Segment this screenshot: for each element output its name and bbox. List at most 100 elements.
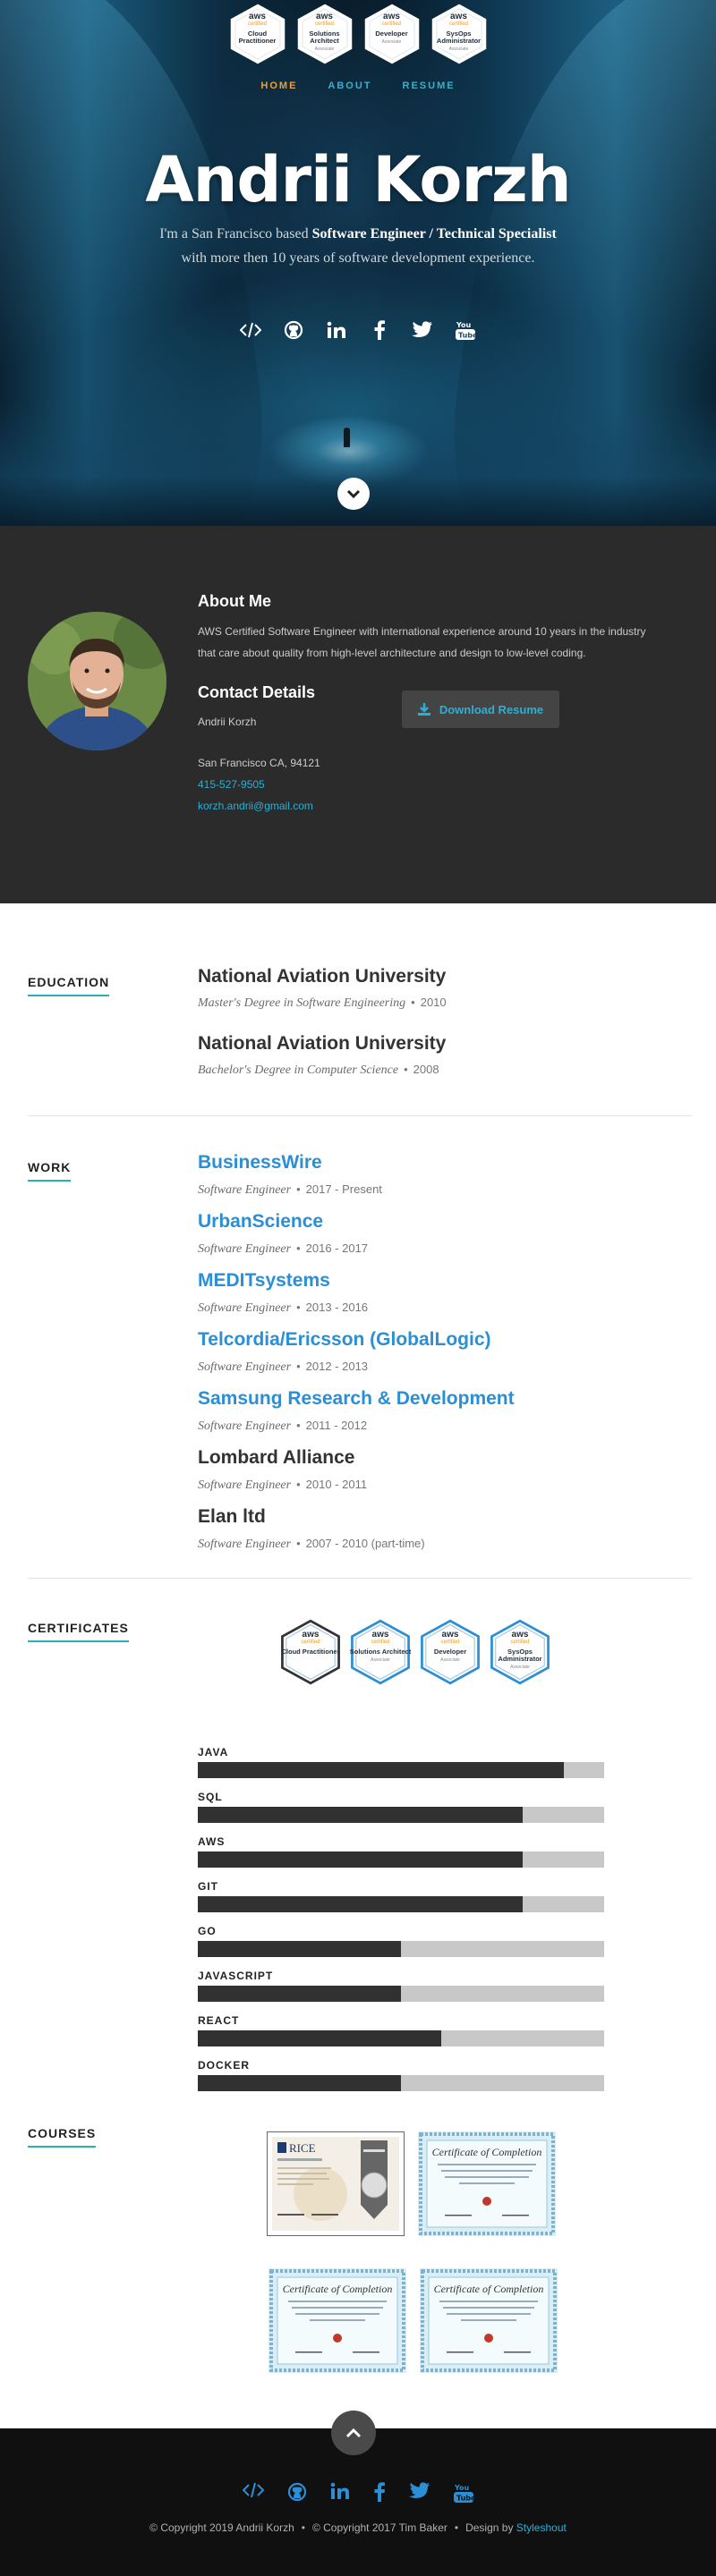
work-period: 2017 - Present bbox=[305, 1182, 382, 1196]
skill-bar bbox=[198, 1807, 604, 1823]
aws-certified-text: certified bbox=[301, 1640, 320, 1645]
aws-certified-text: certified bbox=[381, 21, 401, 27]
badge-title: Developer bbox=[433, 1648, 467, 1656]
code-icon[interactable] bbox=[242, 2482, 265, 2508]
nav-resume[interactable]: RESUME bbox=[403, 80, 456, 91]
svg-text:You: You bbox=[456, 321, 472, 329]
styleshout-link[interactable]: Styleshout bbox=[516, 2521, 567, 2534]
work-role: Software Engineer bbox=[198, 1360, 292, 1374]
work-detail: Software Engineer • 2016 - 2017 bbox=[198, 1241, 369, 1256]
svg-text:You: You bbox=[454, 2484, 470, 2492]
certificates-label: CERTIFICATES bbox=[28, 1621, 129, 1642]
facebook-icon[interactable] bbox=[373, 2482, 386, 2508]
footer: You Tube © Copyright 2019 Andrii Korzh • © … bbox=[0, 2411, 716, 2576]
download-icon bbox=[417, 703, 430, 716]
work-company: Lombard Alliance bbox=[198, 1447, 355, 1468]
chevron-up-icon bbox=[345, 2428, 362, 2438]
education-year: 2010 bbox=[420, 996, 447, 1009]
course-certificate-rice[interactable]: RICE bbox=[266, 2131, 405, 2241]
intro-suffix: with more then 10 years of software deve… bbox=[181, 250, 535, 266]
back-to-top-button[interactable] bbox=[331, 2411, 376, 2455]
copyright-owner: © Copyright 2019 Andrii Korzh bbox=[149, 2521, 294, 2534]
aws-certified-text: certified bbox=[448, 21, 468, 27]
education-year: 2008 bbox=[413, 1063, 439, 1076]
work-company[interactable]: UrbanScience bbox=[198, 1211, 323, 1233]
linkedin-icon[interactable] bbox=[330, 2482, 350, 2508]
code-icon[interactable] bbox=[240, 319, 261, 341]
work-period: 2016 - 2017 bbox=[305, 1241, 369, 1255]
design-credit: Design by bbox=[465, 2521, 516, 2534]
work-label: WORK bbox=[28, 1160, 71, 1182]
footer-social-links: You Tube bbox=[0, 2482, 716, 2508]
facebook-icon[interactable] bbox=[369, 319, 390, 341]
work-role: Software Engineer bbox=[198, 1301, 292, 1315]
certificate-badge: aws certified Cloud Practitioner bbox=[229, 4, 286, 64]
course-certificate[interactable]: Certificate of Completion bbox=[420, 2268, 558, 2377]
youtube-icon[interactable]: You Tube bbox=[455, 319, 476, 341]
badge-level: Associate bbox=[510, 1665, 530, 1670]
course-certificate[interactable]: Certificate of Completion bbox=[418, 2131, 556, 2241]
skill-bar-fill bbox=[198, 1807, 524, 1823]
education-degree: Bachelor's Degree in Computer Science bbox=[198, 1063, 399, 1077]
certificate-title: Certificate of Completion bbox=[432, 2146, 542, 2158]
education-school: National Aviation University bbox=[198, 1033, 447, 1054]
chevron-down-icon bbox=[346, 489, 361, 499]
skill-bar-fill bbox=[198, 1986, 401, 2002]
work-company[interactable]: Telcordia/Ericsson (GlobalLogic) bbox=[198, 1329, 491, 1351]
badge-title: Solutions Architect bbox=[309, 30, 340, 45]
certificate-badge: aws certified SysOps Administrator Associat… bbox=[430, 4, 488, 64]
work-company[interactable]: MEDITsystems bbox=[198, 1270, 330, 1292]
aws-logo-text: aws bbox=[450, 12, 467, 21]
twitter-icon[interactable] bbox=[412, 319, 433, 341]
silhouette-figure bbox=[344, 428, 350, 447]
section-divider bbox=[28, 1115, 692, 1116]
work-role: Software Engineer bbox=[198, 1419, 292, 1433]
skill-label: JAVA bbox=[198, 1746, 229, 1758]
twitter-icon[interactable] bbox=[409, 2482, 430, 2508]
nav-about[interactable]: ABOUT bbox=[328, 80, 371, 91]
aws-certified-text: certified bbox=[371, 1640, 390, 1645]
hero-intro: I'm a San Francisco based Software Engin… bbox=[152, 222, 564, 270]
nav-home[interactable]: HOME bbox=[260, 80, 297, 91]
skill-label: SQL bbox=[198, 1791, 223, 1803]
badge-level: Associate bbox=[381, 39, 402, 45]
work-period: 2007 - 2010 (part-time) bbox=[305, 1537, 425, 1550]
work-company[interactable]: Samsung Research & Development bbox=[198, 1388, 515, 1410]
certificate-badge: aws certified Solutions Architect Associate bbox=[349, 1619, 412, 1685]
certificate-badge: aws certified Developer Associate bbox=[363, 4, 421, 64]
contact-phone-link[interactable]: 415-527-9505 bbox=[198, 778, 265, 791]
contact-email-link[interactable]: korzh.andrii@gmail.com bbox=[198, 800, 313, 812]
work-period: 2011 - 2012 bbox=[305, 1419, 368, 1432]
scroll-down-button[interactable] bbox=[337, 478, 370, 510]
skill-label: GO bbox=[198, 1925, 217, 1937]
github-icon[interactable] bbox=[283, 319, 304, 341]
work-detail: Software Engineer • 2013 - 2016 bbox=[198, 1301, 369, 1315]
aws-certified-text: certified bbox=[440, 1640, 460, 1645]
skill-bar bbox=[198, 2030, 604, 2046]
resume-section: EDUCATION National Aviation University M… bbox=[0, 903, 716, 2428]
aws-logo-text: aws bbox=[316, 12, 333, 21]
linkedin-icon[interactable] bbox=[326, 319, 347, 341]
aws-logo-text: aws bbox=[511, 1630, 529, 1640]
work-company[interactable]: BusinessWire bbox=[198, 1152, 322, 1174]
aws-logo-text: aws bbox=[441, 1630, 459, 1640]
work-role: Software Engineer bbox=[198, 1479, 292, 1492]
avatar bbox=[28, 612, 166, 750]
badge-level: Associate bbox=[314, 47, 335, 52]
intro-role: Software Engineer / Technical Specialist bbox=[311, 226, 557, 242]
badge-title: Cloud Practitioner bbox=[281, 1648, 340, 1656]
skill-label: DOCKER bbox=[198, 2059, 251, 2072]
course-certificate[interactable]: Certificate of Completion bbox=[268, 2268, 406, 2377]
download-resume-label: Download Resume bbox=[439, 702, 544, 716]
badge-level: Associate bbox=[371, 1657, 390, 1663]
education-label: EDUCATION bbox=[28, 975, 109, 996]
download-resume-button[interactable]: Download Resume bbox=[402, 691, 559, 728]
skill-bar bbox=[198, 2075, 604, 2091]
skill-label: GIT bbox=[198, 1880, 218, 1893]
youtube-icon[interactable]: You Tube bbox=[454, 2482, 476, 2508]
github-icon[interactable] bbox=[287, 2482, 307, 2508]
work-company: Elan ltd bbox=[198, 1506, 266, 1527]
intro-prefix: I'm a San Francisco based bbox=[159, 226, 312, 242]
about-bio: AWS Certified Software Engineer with int… bbox=[198, 625, 646, 659]
skill-bar bbox=[198, 1896, 604, 1912]
